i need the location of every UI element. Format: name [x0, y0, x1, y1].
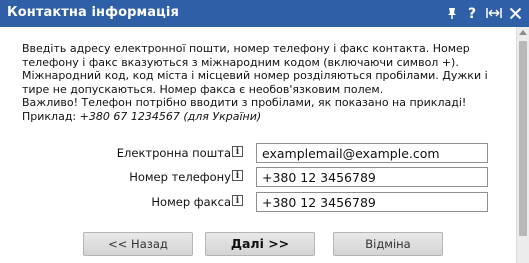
help-icon[interactable]: ?: [465, 4, 481, 22]
scroll-thumb[interactable]: [519, 41, 527, 236]
instructions-line: Важливо! Телефон потрібно вводити з проб…: [22, 96, 467, 109]
phone-row: Номер телефону i: [0, 167, 516, 187]
resize-icon[interactable]: [486, 4, 502, 22]
instructions-text: Введіть адресу електронної пошти, номер …: [22, 42, 512, 123]
cancel-button[interactable]: Відміна: [333, 232, 443, 256]
scroll-up-arrow-icon[interactable]: [519, 30, 527, 35]
next-button[interactable]: Далі >>: [205, 232, 315, 256]
back-button[interactable]: << Назад: [83, 232, 193, 256]
info-icon[interactable]: i: [232, 170, 243, 181]
email-row: Електронна пошта i: [0, 143, 516, 163]
dialog-title: Контактна інформація: [7, 5, 179, 20]
info-icon[interactable]: i: [232, 195, 243, 206]
fax-label: Номер факса: [151, 195, 231, 209]
dialog-titlebar: Контактна інформація ?: [0, 0, 529, 27]
instructions-line: телефону і факс вказуються з міжнародним…: [22, 55, 459, 69]
instructions-line: тире не допускаються. Номер факса є необ…: [22, 82, 384, 96]
email-label: Електронна пошта: [116, 146, 231, 160]
fax-field[interactable]: [256, 192, 488, 212]
info-icon[interactable]: i: [232, 146, 243, 157]
titlebar-controls: ?: [444, 4, 523, 22]
instructions-line: Введіть адресу електронної пошти, номер …: [22, 42, 470, 55]
close-icon[interactable]: [507, 4, 523, 22]
example-value: +380 67 1234567 (для України): [79, 109, 262, 123]
email-field[interactable]: [256, 143, 488, 163]
pin-icon[interactable]: [444, 4, 460, 22]
instructions-line: Міжнародний код, код міста і місцевий но…: [22, 69, 488, 82]
phone-label: Номер телефону: [129, 170, 231, 184]
example-label: Приклад:: [22, 109, 77, 123]
vertical-scrollbar[interactable]: [516, 27, 529, 263]
example-line: Приклад: +380 67 1234567 (для України): [22, 110, 512, 124]
svg-text:?: ?: [468, 6, 476, 21]
phone-field[interactable]: [256, 167, 488, 187]
fax-row: Номер факса i: [0, 192, 516, 212]
